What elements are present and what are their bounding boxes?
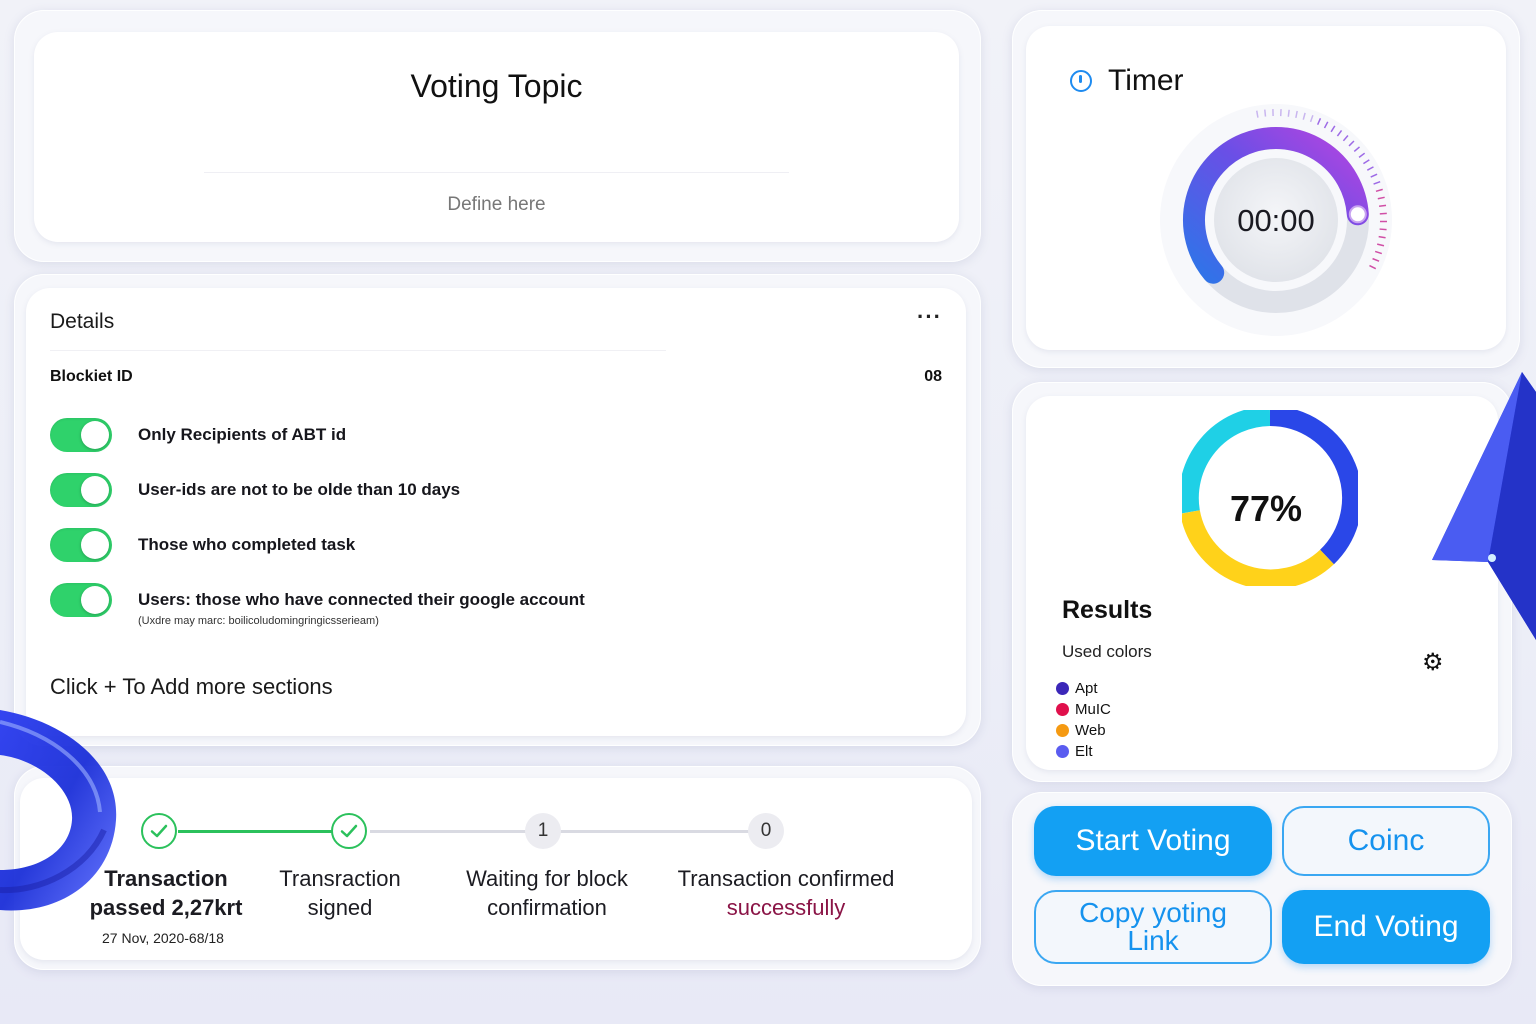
settings-gear-icon[interactable]: ⚙: [1422, 648, 1444, 677]
timer-knob[interactable]: [1348, 205, 1367, 224]
add-section-link[interactable]: Click + To Add more sections: [50, 674, 333, 700]
used-colors-label: Used colors: [1062, 642, 1152, 661]
transaction-date: 27 Nov, 2020-68/18: [102, 930, 224, 946]
topic-card: Voting Topic Define here: [14, 10, 981, 262]
results-title: Results: [1062, 596, 1153, 624]
legend-label: Apt: [1075, 680, 1098, 697]
topic-divider: [204, 172, 789, 173]
timer-value: 00:00: [1237, 203, 1315, 238]
decorative-torus: [0, 710, 117, 911]
rule-row: Users: those who have connected their go…: [50, 583, 585, 617]
rule-label: Those who completed task: [138, 535, 356, 554]
end-voting-button[interactable]: End Voting: [1282, 890, 1490, 964]
step-check-icon: [141, 813, 177, 849]
block-id-value: 08: [924, 368, 942, 385]
step-count-badge: 0: [748, 813, 784, 849]
legend-label: Elt: [1075, 743, 1093, 760]
details-title: Details: [50, 310, 115, 333]
legend-item: Elt: [1056, 743, 1093, 760]
rule-toggle[interactable]: [50, 418, 112, 452]
details-card: Details ··· Blockiet ID 08 Only Recipien…: [14, 274, 981, 746]
donut-segment-blue: [1269, 410, 1358, 565]
step-label: Transraction signed: [260, 864, 420, 922]
clock-icon: [1070, 70, 1092, 92]
details-divider: [50, 350, 666, 351]
more-options-icon[interactable]: ···: [917, 304, 942, 330]
step-label-line: Waiting for block: [466, 866, 628, 891]
step-label-line: Transaction confirmed: [677, 866, 895, 891]
step-label-line: confirmation: [487, 895, 607, 920]
legend-label: MuIC: [1075, 701, 1111, 718]
actions-card: Start Voting Coinc Copy yoting Link End …: [1012, 792, 1512, 986]
dial-tick: [1379, 228, 1387, 231]
rule-label: Users: those who have connected their go…: [138, 590, 585, 609]
topic-define-input[interactable]: Define here: [34, 194, 959, 216]
legend-item: Web: [1056, 722, 1106, 739]
timer-dial[interactable]: 00:00: [1154, 98, 1398, 342]
dial-tick: [1378, 204, 1387, 207]
rule-toggle[interactable]: [50, 528, 112, 562]
rule-row: Only Recipients of ABT id: [50, 418, 346, 452]
rule-note: (Uxdre may marc: boilicoludomingringicss…: [138, 615, 379, 627]
dial-tick: [1264, 109, 1267, 117]
details-card-inner: Details ··· Blockiet ID 08 Only Recipien…: [26, 288, 966, 736]
legend-dot: [1056, 682, 1069, 695]
step-count-badge: 1: [525, 813, 561, 849]
timer-label: Timer: [1108, 64, 1184, 97]
dial-tick: [1287, 109, 1290, 117]
legend-dot: [1056, 703, 1069, 716]
topic-title: Voting Topic: [410, 68, 583, 104]
legend-label: Web: [1075, 722, 1106, 739]
block-id-label: Blockiet ID: [50, 368, 133, 385]
step-success-text: successfully: [726, 895, 846, 920]
step-label: Waiting for block confirmation: [452, 864, 642, 922]
coinc-button[interactable]: Coinc: [1282, 806, 1490, 876]
topic-card-inner: Voting Topic Define here: [34, 32, 959, 242]
timer-card-inner: Timer 00:00: [1026, 26, 1506, 350]
step-label: Transaction confirmed successfully: [666, 864, 906, 922]
timer-card: Timer 00:00: [1012, 10, 1520, 368]
step-label-line: signed: [307, 895, 373, 920]
rule-label: Only Recipients of ABT id: [138, 425, 347, 444]
decorative-gem: [1432, 372, 1536, 640]
rule-toggle[interactable]: [50, 583, 112, 617]
step-check-icon: [331, 813, 367, 849]
legend-dot: [1056, 724, 1069, 737]
legend-dot: [1056, 745, 1069, 758]
legend-item: Apt: [1056, 680, 1098, 697]
rule-toggle[interactable]: [50, 473, 112, 507]
step-connector: [370, 830, 538, 833]
step-connector: [178, 830, 350, 833]
step-label-line: Transraction: [279, 866, 401, 891]
start-voting-button[interactable]: Start Voting: [1034, 806, 1272, 876]
copy-voting-link-button[interactable]: Copy yoting Link: [1034, 890, 1272, 964]
rule-row: User-ids are not to be olde than 10 days: [50, 473, 460, 507]
results-percent: 77%: [1229, 488, 1303, 529]
legend-item: MuIC: [1056, 701, 1111, 718]
rule-label: User-ids are not to be olde than 10 days: [138, 480, 461, 499]
step-connector: [560, 830, 750, 833]
timer-header: Timer: [1070, 64, 1184, 98]
transaction-steps-inner: 1 0 Transaction passed 2,27krt Transract…: [20, 778, 972, 960]
transaction-steps-card: 1 0 Transaction passed 2,27krt Transract…: [14, 766, 981, 970]
rule-row: Those who completed task: [50, 528, 355, 562]
